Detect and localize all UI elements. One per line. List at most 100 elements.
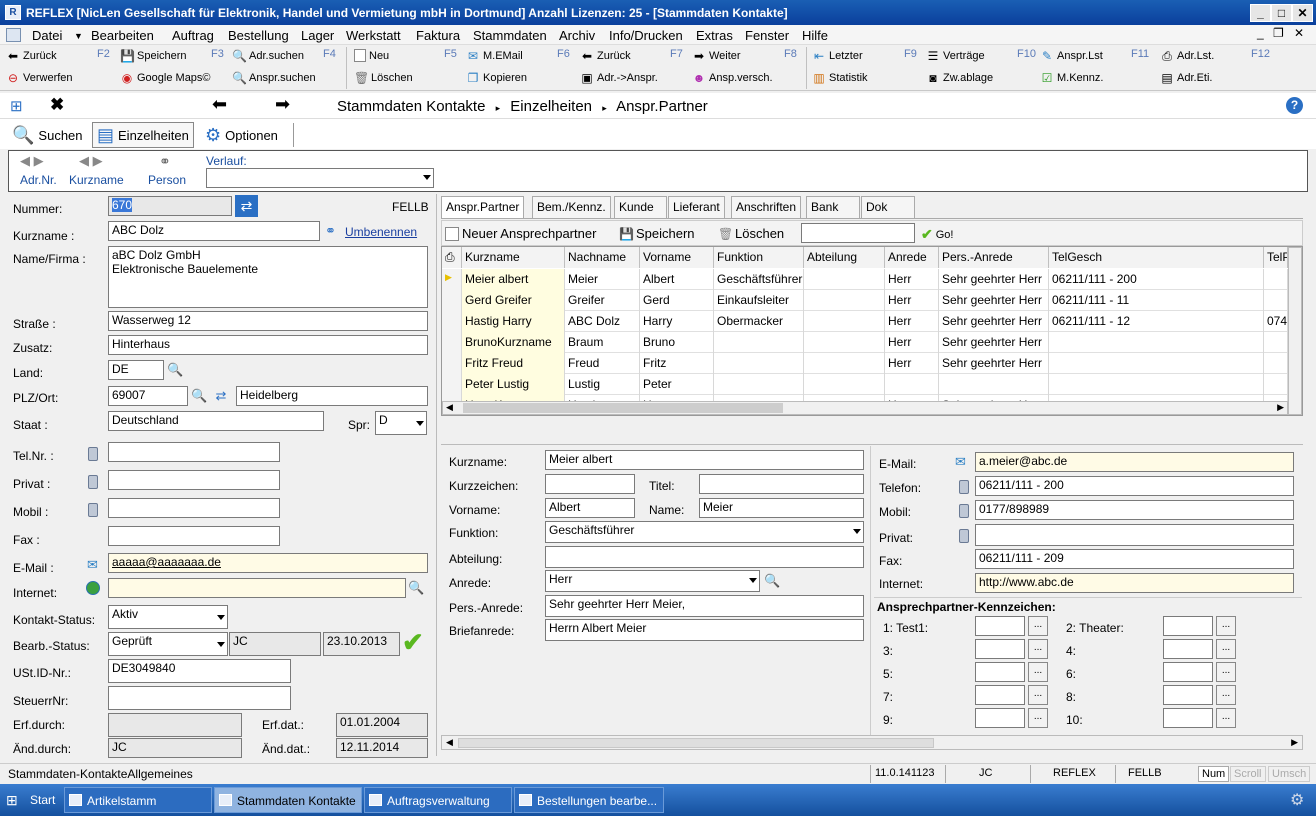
column-header[interactable]: Pers.-Anrede xyxy=(939,247,1049,268)
table-cell[interactable] xyxy=(1264,353,1288,374)
rename-icon[interactable]: ⚭ xyxy=(325,223,336,239)
forward-button[interactable]: ➡ Weiter xyxy=(692,49,741,63)
email-field[interactable]: aaaaa@aaaaaaa.de xyxy=(108,553,428,573)
table-cell[interactable]: 06211/111 - 200 xyxy=(1049,269,1264,290)
edited-by-field[interactable]: JC xyxy=(229,632,321,656)
table-cell[interactable]: Herr xyxy=(885,290,939,311)
flag-picker-button[interactable]: ... xyxy=(1028,616,1048,636)
created-by-field[interactable] xyxy=(108,713,242,737)
grid-horizontal-scrollbar[interactable]: ◀ ▶ xyxy=(442,401,1288,415)
search-icon[interactable]: 🔍 xyxy=(764,573,780,589)
table-cell[interactable] xyxy=(1264,290,1288,311)
flag-field[interactable] xyxy=(1163,685,1213,705)
table-cell[interactable]: Herr xyxy=(885,269,939,290)
search-icon[interactable]: 🔍 xyxy=(167,362,183,378)
tab-anschriften[interactable]: Anschriften xyxy=(731,196,802,218)
table-cell[interactable] xyxy=(714,353,804,374)
table-cell[interactable]: Gerd xyxy=(640,290,714,311)
table-row[interactable]: ▶ Meier albert Meier Albert Geschäftsführer H… xyxy=(442,269,1302,290)
table-cell[interactable]: Geschäftsführer xyxy=(714,269,804,290)
grid-icon[interactable]: ⊞ xyxy=(10,97,23,115)
city-field[interactable]: Heidelberg xyxy=(236,386,428,406)
row-pointer-icon[interactable]: ▶ xyxy=(442,269,462,290)
table-cell[interactable]: Sehr geehrter Herr xyxy=(939,290,1049,311)
chevron-down-icon[interactable]: ▼ xyxy=(74,31,83,41)
column-header[interactable]: TelGesch xyxy=(1049,247,1264,268)
start-button[interactable]: Start xyxy=(30,793,55,807)
delete-contact-button[interactable]: 🗑 Löschen xyxy=(718,226,784,241)
google-maps-button[interactable]: ◉ Google Maps© xyxy=(120,71,211,85)
tab-einzelheiten[interactable]: ▤ Einzelheiten xyxy=(92,122,194,148)
created-date-field[interactable]: 01.01.2004 xyxy=(336,713,428,737)
table-cell[interactable]: Herr xyxy=(885,332,939,353)
mdi-minimize-button[interactable]: _ xyxy=(1257,26,1264,40)
quick-search-input[interactable] xyxy=(801,223,915,243)
delete-button[interactable]: 🗑 Löschen xyxy=(354,71,413,85)
mass-email-button[interactable]: ✉ M.EMail xyxy=(466,49,523,63)
modified-by-field[interactable]: JC xyxy=(108,738,242,758)
flag-picker-button[interactable]: ... xyxy=(1216,685,1236,705)
globe-icon[interactable] xyxy=(86,581,100,595)
table-row[interactable]: BrunoKurzname Braum Bruno Herr Sehr geehrter… xyxy=(442,332,1302,353)
table-cell[interactable]: BrunoKurzname xyxy=(462,332,565,353)
menu-extras[interactable]: Extras xyxy=(696,28,733,43)
flag-field[interactable] xyxy=(975,662,1025,682)
nav-forward-icon[interactable]: ➡ xyxy=(275,94,290,115)
kurzname-nav-icon[interactable]: ◀ ▶ xyxy=(79,153,103,169)
gear-icon[interactable]: ⚙ xyxy=(1290,790,1304,810)
salutation-dropdown[interactable]: Herr xyxy=(545,570,760,592)
table-cell[interactable] xyxy=(1049,353,1264,374)
refresh-icon[interactable]: ⇄ xyxy=(235,195,258,217)
phone-icon[interactable] xyxy=(88,475,98,489)
flag-field[interactable] xyxy=(975,685,1025,705)
close-icon[interactable]: ✖ xyxy=(50,95,64,115)
new-contact-button[interactable]: Neuer Ansprechpartner xyxy=(445,226,596,241)
table-cell[interactable]: Meier albert xyxy=(462,269,565,290)
taskbar-item[interactable]: Artikelstamm xyxy=(64,787,212,813)
minimize-button[interactable]: _ xyxy=(1250,4,1271,22)
table-cell[interactable]: Peter xyxy=(640,374,714,395)
address-search-button[interactable]: 🔍 Adr.suchen xyxy=(232,49,304,63)
scroll-thumb[interactable] xyxy=(458,738,934,748)
adrnr-nav-icon[interactable]: ◀ ▶ xyxy=(20,153,44,169)
contact-fax-field[interactable]: 06211/111 - 209 xyxy=(975,549,1294,569)
mass-flags-button[interactable]: ☑ M.Kennz. xyxy=(1040,71,1104,85)
language-dropdown[interactable]: D xyxy=(375,411,427,435)
row-selector[interactable] xyxy=(442,332,462,353)
flag-field[interactable] xyxy=(975,616,1025,636)
flag-picker-button[interactable]: ... xyxy=(1028,662,1048,682)
close-button[interactable]: ✕ xyxy=(1292,4,1313,22)
breadcrumb-item[interactable]: Anspr.Partner xyxy=(616,98,708,115)
contact-list-button[interactable]: ✎ Anspr.Lst xyxy=(1040,49,1103,63)
move-contact-button[interactable]: ☻ Ansp.versch. xyxy=(692,71,773,85)
table-cell[interactable] xyxy=(885,374,939,395)
contact-search-button[interactable]: 🔍 Anspr.suchen xyxy=(232,71,316,85)
table-cell[interactable] xyxy=(1049,374,1264,395)
table-cell[interactable] xyxy=(1049,332,1264,353)
personal-salutation-field[interactable]: Sehr geehrter Herr Meier, xyxy=(545,595,864,617)
menu-auftrag[interactable]: Auftrag xyxy=(172,28,214,43)
flag-field[interactable] xyxy=(975,708,1025,728)
table-cell[interactable]: Gerd Greifer xyxy=(462,290,565,311)
private-phone-field[interactable] xyxy=(108,470,280,490)
tax-number-field[interactable] xyxy=(108,686,291,710)
menu-hilfe[interactable]: Hilfe xyxy=(802,28,828,43)
contact-internet-field[interactable]: http://www.abc.de xyxy=(975,573,1294,593)
new-button[interactable]: Neu xyxy=(354,49,389,62)
table-cell[interactable]: Freud xyxy=(565,353,640,374)
table-cell[interactable]: 06211/111 - 12 xyxy=(1049,311,1264,332)
table-cell[interactable]: Lustig xyxy=(565,374,640,395)
menu-lager[interactable]: Lager xyxy=(301,28,334,43)
internet-field[interactable] xyxy=(108,578,406,598)
table-cell[interactable] xyxy=(804,332,885,353)
table-cell[interactable]: Sehr geehrter Herr xyxy=(939,311,1049,332)
tab-bem-kennz[interactable]: Bem./Kennz. xyxy=(532,196,611,218)
checkmark-icon[interactable]: ✔ xyxy=(402,627,424,658)
discard-button[interactable]: ⊖ Verwerfen xyxy=(6,71,73,85)
letter-salutation-field[interactable]: Herrn Albert Meier xyxy=(545,619,864,641)
table-cell[interactable]: Meier xyxy=(565,269,640,290)
detail-horizontal-scrollbar[interactable]: ◀ ▶ xyxy=(441,735,1303,750)
table-cell[interactable] xyxy=(1264,374,1288,395)
tab-suchen[interactable]: 🔍 Suchen xyxy=(8,122,87,148)
tab-bank[interactable]: Bank xyxy=(806,196,860,218)
